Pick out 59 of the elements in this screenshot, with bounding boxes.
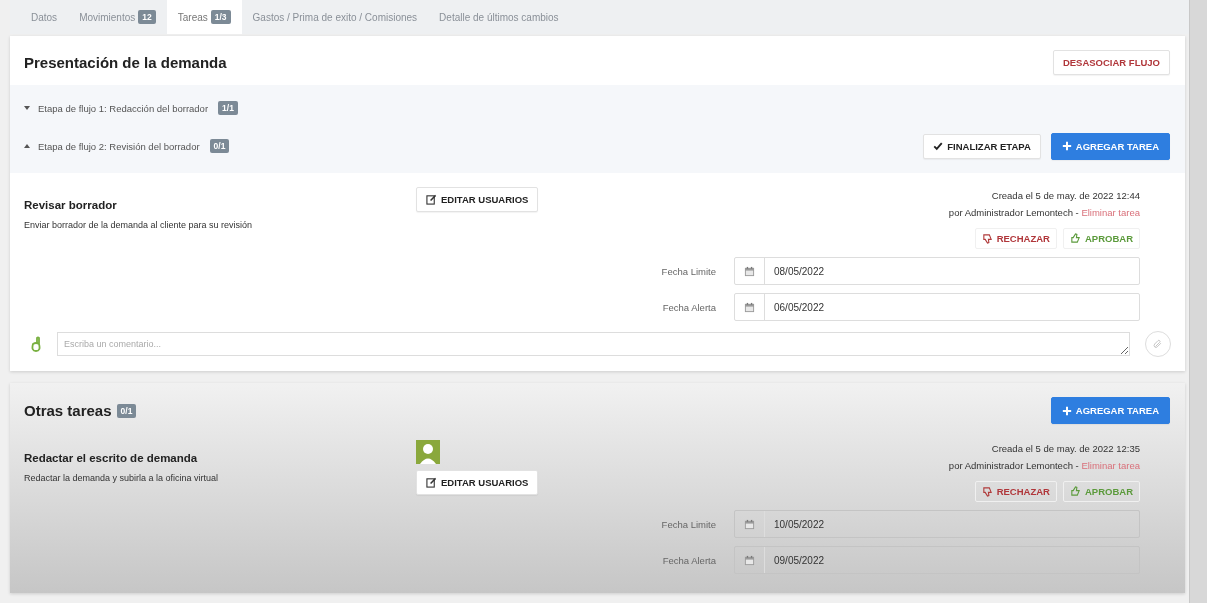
- plus-icon: [1061, 405, 1072, 416]
- check-icon: [933, 141, 944, 151]
- thumbs-up-icon: [1069, 233, 1081, 244]
- edit-icon: [426, 477, 437, 488]
- calendar-icon: [744, 518, 755, 530]
- tab[interactable]: Gastos / Prima de exito / Comisiones: [241, 0, 429, 34]
- count-badge: 0/1: [116, 403, 137, 418]
- author-text: por Administrador Lemontech -: [948, 460, 1080, 471]
- thumbs-up-icon: [1069, 486, 1081, 497]
- field-label: Fecha Alerta: [662, 301, 716, 313]
- tab[interactable]: Datos: [20, 0, 69, 34]
- date-field[interactable]: 10/05/2022: [734, 510, 1140, 538]
- comment-field[interactable]: Escriba un comentario...: [57, 332, 1130, 356]
- task-title: Redactar el escrito de demanda: [24, 452, 199, 464]
- edit-users-button[interactable]: EDITAR USUARIOS: [416, 187, 539, 212]
- finalize-stage-button[interactable]: FINALIZAR ETAPA: [923, 133, 1041, 159]
- tab[interactable]: Tareas 1/3: [166, 0, 242, 34]
- section-title: Presentación de la demanda: [24, 54, 227, 71]
- add-task-button[interactable]: AGREGAR TAREA: [1050, 132, 1170, 160]
- section-title: Otras tareas: [24, 402, 112, 419]
- tab[interactable]: Movimientos 12: [68, 0, 167, 34]
- calendar-icon: [744, 554, 755, 566]
- approve-button[interactable]: APROBAR: [1062, 228, 1140, 249]
- task-title: Revisar borrador: [24, 199, 118, 211]
- count-badge: 12: [138, 10, 156, 24]
- stage-toggle[interactable]: Etapa de flujo 2: Revisión del borrador: [24, 140, 200, 152]
- delete-task-link[interactable]: Eliminar tarea: [1081, 207, 1140, 218]
- created-date: Creada el 5 de may. de 2022 12:44: [991, 190, 1140, 201]
- date-field[interactable]: 09/05/2022: [734, 546, 1140, 574]
- calendar-icon: [744, 265, 755, 277]
- add-task-button[interactable]: AGREGAR TAREA: [1050, 397, 1170, 424]
- calendar-icon: [744, 301, 755, 313]
- unlink-flow-button[interactable]: DESASOCIAR FLUJO: [1052, 50, 1170, 75]
- tab[interactable]: Detalle de últimos cambios: [428, 0, 570, 34]
- field-label: Fecha Limite: [661, 518, 716, 530]
- scrollbar-track[interactable]: [1189, 0, 1207, 603]
- stage-toggle[interactable]: Etapa de flujo 1: Redacción del borrador: [24, 102, 209, 114]
- paperclip-icon: [1153, 339, 1163, 349]
- thumbs-down-icon: [981, 233, 993, 244]
- task-description: Enviar borrador de la demanda al cliente para su revisión: [24, 220, 254, 230]
- approve-button[interactable]: APROBAR: [1062, 481, 1140, 502]
- field-label: Fecha Alerta: [662, 554, 716, 566]
- author-text: por Administrador Lemontech -: [948, 207, 1080, 218]
- field-label: Fecha Limite: [661, 265, 716, 277]
- delete-task-link[interactable]: Eliminar tarea: [1081, 460, 1140, 471]
- reject-button[interactable]: RECHAZAR: [974, 481, 1057, 502]
- count-badge: 0/1: [209, 139, 230, 153]
- created-date: Creada el 5 de may. de 2022 12:35: [991, 443, 1140, 454]
- count-badge: 1/1: [218, 101, 238, 115]
- task-description: Redactar la demanda y subirla a la oficina virtual: [24, 473, 220, 483]
- edit-icon: [426, 194, 437, 205]
- thumbs-down-icon: [981, 486, 993, 497]
- count-badge: 1/3: [210, 10, 231, 24]
- plus-icon: [1061, 141, 1072, 151]
- reject-button[interactable]: RECHAZAR: [974, 228, 1057, 249]
- date-field[interactable]: 08/05/2022: [734, 257, 1140, 285]
- date-field[interactable]: 06/05/2022: [734, 293, 1140, 321]
- edit-users-button[interactable]: EDITAR USUARIOS: [416, 470, 539, 495]
- attach-button[interactable]: [1145, 331, 1171, 357]
